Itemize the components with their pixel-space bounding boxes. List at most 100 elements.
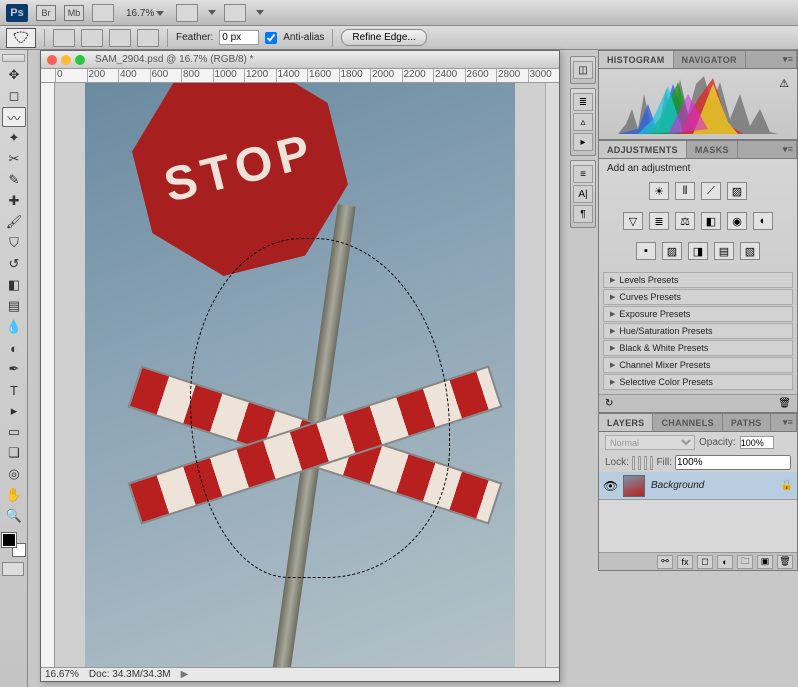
new-layer-button[interactable]: ▣ — [757, 555, 773, 569]
lasso-selection[interactable] — [190, 238, 450, 578]
arrange-documents-button[interactable] — [176, 4, 198, 22]
panel-menu-icon[interactable]: ▾≡ — [780, 51, 797, 68]
tab-channels[interactable]: CHANNELS — [653, 414, 722, 431]
add-selection-button[interactable] — [81, 29, 103, 47]
type-tool[interactable]: T — [2, 380, 26, 400]
selective-color-icon[interactable]: ▧ — [740, 242, 760, 260]
link-layers-button[interactable]: ⚯ — [657, 555, 673, 569]
group-button[interactable]: 🗀 — [737, 555, 753, 569]
shape-tool[interactable]: ▭ — [2, 422, 26, 442]
preset-item[interactable]: Levels Presets — [603, 272, 793, 288]
dodge-tool[interactable]: ◐ — [2, 338, 26, 358]
gradient-map-icon[interactable]: ▤ — [714, 242, 734, 260]
tab-layers[interactable]: LAYERS — [599, 414, 653, 431]
foreground-color[interactable] — [2, 533, 16, 547]
vertical-scrollbar[interactable] — [545, 83, 559, 667]
vibrance-icon[interactable]: ▽ — [623, 212, 643, 230]
document-titlebar[interactable]: SAM_2904.psd @ 16.7% (RGB/8) * — [41, 51, 559, 69]
photo-filter-icon[interactable]: ◉ — [727, 212, 747, 230]
subtract-selection-button[interactable] — [109, 29, 131, 47]
levels-icon[interactable]: ⫴ — [675, 182, 695, 200]
lasso-tool[interactable]: 〰 — [2, 107, 26, 127]
channel-mixer-icon[interactable]: ◐ — [753, 212, 773, 230]
curves-icon[interactable]: ⟋ — [701, 182, 721, 200]
dock-icon[interactable]: ≣ — [573, 93, 593, 111]
invert-icon[interactable]: ▪ — [636, 242, 656, 260]
layer-style-button[interactable]: fx — [677, 555, 693, 569]
warning-icon[interactable]: ⚠ — [779, 77, 789, 90]
preset-item[interactable]: Hue/Saturation Presets — [603, 323, 793, 339]
pen-tool[interactable]: ✒ — [2, 359, 26, 379]
color-swatch[interactable] — [2, 533, 26, 557]
vertical-ruler[interactable] — [41, 83, 55, 667]
brush-tool[interactable]: 🖌 — [2, 212, 26, 232]
refine-edge-button[interactable]: Refine Edge... — [341, 29, 426, 46]
history-brush-tool[interactable]: ↺ — [2, 254, 26, 274]
layer-thumbnail[interactable] — [623, 475, 645, 497]
preset-item[interactable]: Exposure Presets — [603, 306, 793, 322]
bridge-button[interactable]: Br — [36, 5, 56, 21]
screen-mode-button[interactable] — [224, 4, 246, 22]
intersect-selection-button[interactable] — [137, 29, 159, 47]
marquee-tool[interactable]: ◻ — [2, 86, 26, 106]
current-tool-icon[interactable] — [6, 28, 36, 48]
brightness-icon[interactable]: ☀ — [649, 182, 669, 200]
blend-mode-select[interactable]: Normal — [605, 435, 695, 450]
zoom-tool[interactable]: 🔍 — [2, 506, 26, 526]
gradient-tool[interactable]: ▤ — [2, 296, 26, 316]
horizontal-ruler[interactable]: 0200400600800100012001400160018002000220… — [41, 69, 559, 83]
eraser-tool[interactable]: ◧ — [2, 275, 26, 295]
opacity-input[interactable] — [740, 436, 774, 449]
status-zoom[interactable]: 16.67% — [45, 669, 79, 680]
panel-menu-icon[interactable]: ▾≡ — [780, 414, 797, 431]
lock-all-button[interactable] — [650, 456, 653, 470]
lock-transparent-button[interactable] — [632, 456, 635, 470]
dock-icon[interactable]: ▵ — [573, 113, 593, 131]
zoom-window-icon[interactable] — [75, 55, 85, 65]
preset-item[interactable]: Curves Presets — [603, 289, 793, 305]
eyedropper-tool[interactable]: ✎ — [2, 170, 26, 190]
zoom-level[interactable]: 16.7% — [122, 7, 168, 19]
minimize-icon[interactable] — [61, 55, 71, 65]
photoshop-logo-icon[interactable]: Ps — [6, 4, 28, 22]
layer-name[interactable]: Background — [651, 480, 775, 491]
dock-icon[interactable]: A| — [573, 185, 593, 203]
layer-mask-button[interactable]: ◻ — [697, 555, 713, 569]
crop-tool[interactable]: ✂ — [2, 149, 26, 169]
path-select-tool[interactable]: ▸ — [2, 401, 26, 421]
dock-icon[interactable]: ▸ — [573, 133, 593, 151]
preset-item[interactable]: Selective Color Presets — [603, 374, 793, 390]
3d-tool[interactable]: ❏ — [2, 443, 26, 463]
antialias-checkbox[interactable] — [265, 32, 277, 44]
tab-masks[interactable]: MASKS — [687, 141, 738, 158]
dock-icon[interactable]: ≡ — [573, 165, 593, 183]
minibridge-button[interactable]: Mb — [64, 5, 84, 21]
status-docsize[interactable]: Doc: 34.3M/34.3M — [89, 669, 171, 680]
adj-footer-icon[interactable]: ↻ — [605, 398, 613, 409]
fill-input[interactable] — [675, 455, 791, 470]
tab-histogram[interactable]: HISTOGRAM — [599, 51, 674, 68]
adj-footer-icon[interactable]: 🗑 — [778, 398, 791, 409]
threshold-icon[interactable]: ◨ — [688, 242, 708, 260]
canvas[interactable]: STOP — [55, 83, 545, 667]
dock-icon[interactable]: ◫ — [573, 61, 593, 79]
dock-icon[interactable]: ¶ — [573, 205, 593, 223]
tab-adjustments[interactable]: ADJUSTMENTS — [599, 141, 687, 158]
posterize-icon[interactable]: ▨ — [662, 242, 682, 260]
tab-paths[interactable]: PATHS — [723, 414, 771, 431]
bw-icon[interactable]: ◧ — [701, 212, 721, 230]
3d-camera-tool[interactable]: ◎ — [2, 464, 26, 484]
stamp-tool[interactable]: ⛉ — [2, 233, 26, 253]
tab-navigator[interactable]: NAVIGATOR — [674, 51, 746, 68]
spot-heal-tool[interactable]: ✚ — [2, 191, 26, 211]
close-icon[interactable] — [47, 55, 57, 65]
adjustment-layer-button[interactable]: ◐ — [717, 555, 733, 569]
hand-tool[interactable]: ✋ — [2, 485, 26, 505]
layer-row[interactable]: 👁 Background 🔒 — [599, 472, 797, 500]
color-balance-icon[interactable]: ⚖ — [675, 212, 695, 230]
delete-layer-button[interactable]: 🗑 — [777, 555, 793, 569]
feather-input[interactable] — [219, 30, 259, 45]
move-tool[interactable]: ✥ — [2, 65, 26, 85]
preset-item[interactable]: Black & White Presets — [603, 340, 793, 356]
blur-tool[interactable]: 💧 — [2, 317, 26, 337]
